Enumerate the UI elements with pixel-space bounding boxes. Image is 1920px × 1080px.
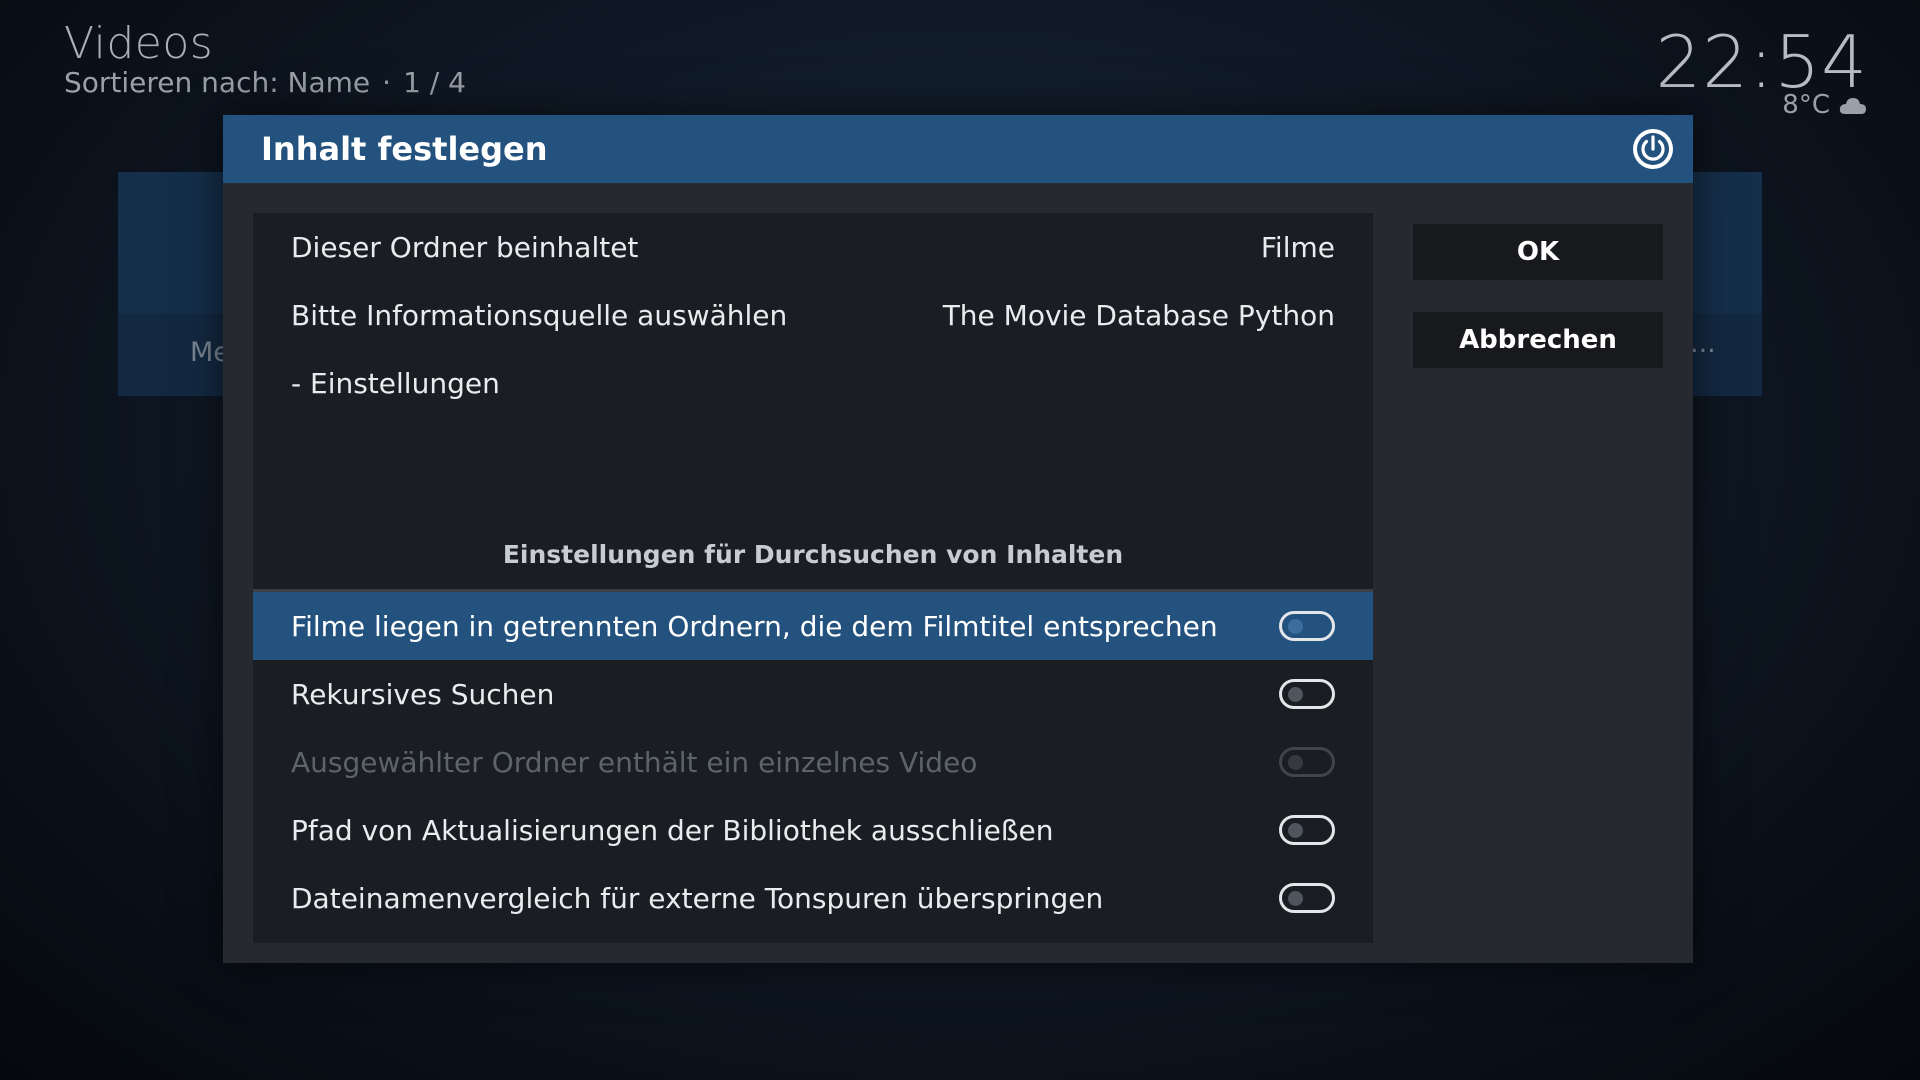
cloud-icon [1839, 98, 1866, 114]
temperature: 8°C [1782, 90, 1830, 120]
option-row[interactable]: Pfad von Aktualisierungen der Bibliothek… [253, 796, 1373, 864]
dialog-header: Inhalt festlegen [223, 115, 1693, 183]
option-row[interactable]: Dateinamenvergleich für externe Tonspure… [253, 864, 1373, 932]
option-label: Ausgewählter Ordner enthält ein einzelne… [291, 745, 978, 779]
toggle-knob [1288, 755, 1303, 770]
option-toggle[interactable] [1279, 883, 1335, 913]
sort-info: Sortieren nach: Name · 1 / 4 [64, 66, 466, 99]
option-toggle[interactable] [1279, 815, 1335, 845]
content-type-label: Dieser Ordner beinhaltet [291, 230, 639, 264]
settings-list: Dieser Ordner beinhaltet Filme Bitte Inf… [253, 213, 1373, 943]
option-toggle [1279, 747, 1335, 777]
content-type-value: Filme [1260, 230, 1335, 264]
item-position: 1 / 4 [403, 66, 466, 99]
page-title: Videos [64, 18, 214, 69]
option-toggle[interactable] [1279, 611, 1335, 641]
toggle-knob [1288, 891, 1303, 906]
option-toggle[interactable] [1279, 679, 1335, 709]
option-label: Rekursives Suchen [291, 677, 555, 711]
scraper-settings-label: - Einstellungen [291, 366, 500, 400]
option-label: Filme liegen in getrennten Ordnern, die … [291, 609, 1218, 643]
dialog-title: Inhalt festlegen [261, 130, 548, 168]
cancel-button[interactable]: Abbrechen [1413, 312, 1663, 368]
option-row[interactable]: Filme liegen in getrennten Ordnern, die … [253, 592, 1373, 660]
option-row: Ausgewählter Ordner enthält ein einzelne… [253, 728, 1373, 796]
weather: 8°C [1782, 90, 1868, 120]
ok-button[interactable]: OK [1413, 224, 1663, 280]
toggle-knob [1288, 619, 1303, 634]
section-heading: Einstellungen für Durchsuchen von Inhalt… [502, 540, 1124, 569]
set-content-dialog: Inhalt festlegen Dieser Ordner beinhalte… [223, 115, 1693, 963]
option-label: Dateinamenvergleich für externe Tonspure… [291, 881, 1104, 915]
option-label: Pfad von Aktualisierungen der Bibliothek… [291, 813, 1054, 847]
separator: · [382, 66, 392, 99]
content-type-row[interactable]: Dieser Ordner beinhaltet Filme [253, 213, 1373, 281]
scraper-settings-row[interactable]: - Einstellungen [253, 349, 1373, 417]
sort-label: Sortieren nach: Name [64, 66, 371, 99]
toggle-knob [1288, 823, 1303, 838]
background-ellipsis: ... [1690, 328, 1716, 359]
toggle-knob [1288, 687, 1303, 702]
scraper-value: The Movie Database Python [942, 298, 1335, 332]
option-row[interactable]: Rekursives Suchen [253, 660, 1373, 728]
scraper-label: Bitte Informationsquelle auswählen [291, 298, 788, 332]
scraper-row[interactable]: Bitte Informationsquelle auswählen The M… [253, 281, 1373, 349]
power-icon[interactable] [1631, 127, 1675, 171]
